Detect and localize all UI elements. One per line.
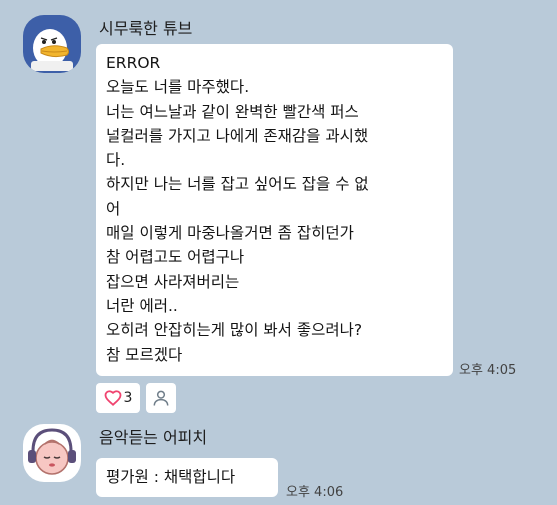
apeach-headphones-avatar-icon	[23, 424, 81, 482]
message-line: 매일 이렇게 마중나올거면 좀 잡히던가	[106, 224, 354, 243]
add-reaction-button[interactable]	[146, 383, 176, 413]
message-line: 오늘도 너를 마주했다.	[106, 78, 250, 97]
message-line: 하지만 나는 너를 잡고 싶어도 잡을 수 없	[106, 175, 369, 194]
heart-count: 3	[123, 390, 133, 406]
sender-name: 음악듣는 어피치	[99, 428, 208, 447]
message-line: 널컬러를 가지고 나에게 존재감을 과시했	[106, 126, 369, 145]
message-line: 참 어렵고도 어렵구나	[106, 248, 245, 267]
sender-name: 시무룩한 튜브	[99, 19, 193, 38]
message-line: 다.	[106, 151, 126, 170]
sad-duck-avatar-icon	[23, 15, 81, 73]
message-line: ERROR	[106, 54, 161, 72]
message-bubble[interactable]: ERROR 오늘도 너를 마주했다. 너는 여느날과 같이 완벽한 빨간색 퍼스…	[96, 44, 453, 376]
message-line: 너란 에러..	[106, 296, 178, 315]
message-line: 너는 여느날과 같이 완벽한 빨간색 퍼스	[106, 102, 359, 121]
heart-reaction-button[interactable]: 3	[96, 383, 140, 413]
message-line: 참 모르겠다	[106, 345, 183, 364]
heart-icon	[104, 389, 122, 407]
message-line: 오히려 안잡히는게 많이 봐서 좋으려나?	[106, 321, 363, 340]
sender-avatar[interactable]	[23, 15, 81, 73]
message-time: 오후 4:06	[286, 485, 344, 500]
message-line: 평가원 : 채택합니다	[106, 468, 236, 486]
sender-avatar[interactable]	[23, 424, 81, 482]
message-line: 잡으면 사라져버리는	[106, 272, 240, 291]
message-bubble[interactable]: 평가원 : 채택합니다	[96, 458, 278, 497]
message-time: 오후 4:05	[459, 363, 517, 378]
person-icon	[151, 388, 171, 408]
message-line: 어	[106, 199, 121, 218]
